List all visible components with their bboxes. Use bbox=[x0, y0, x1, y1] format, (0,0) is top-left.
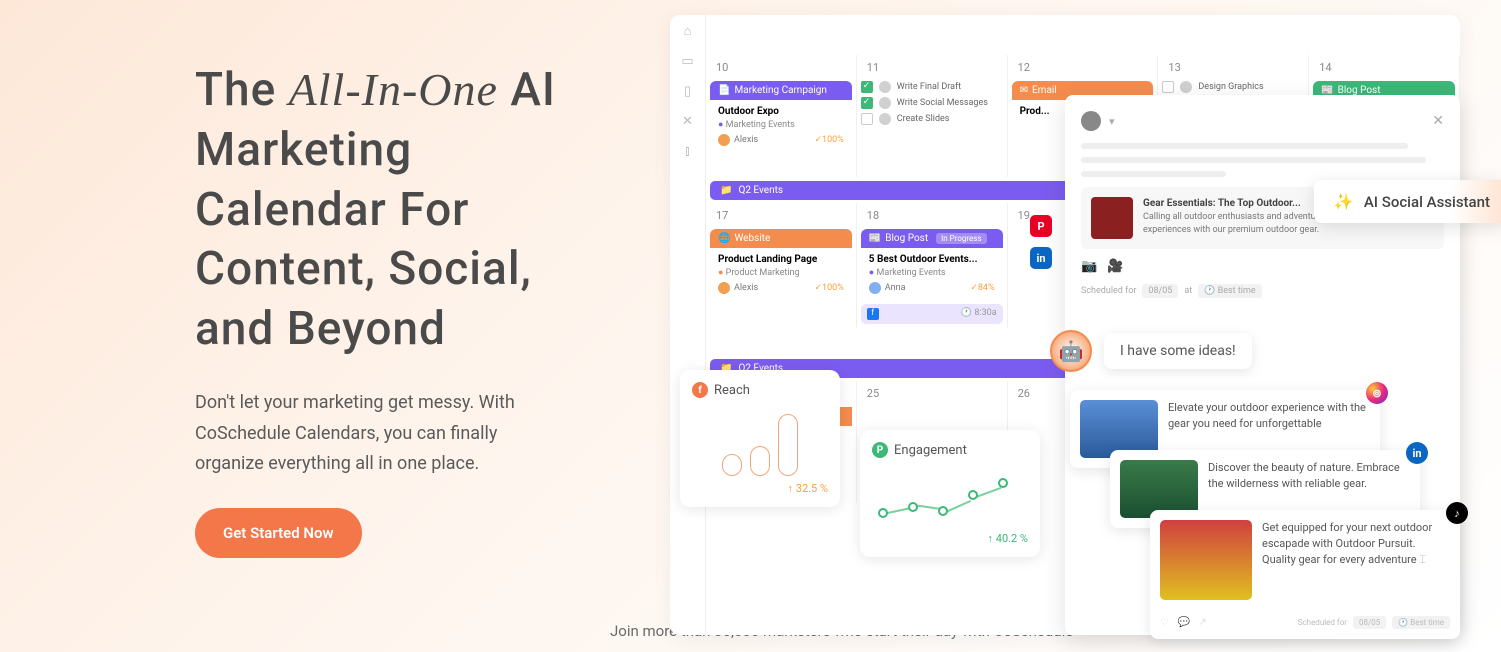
get-started-button[interactable]: Get Started Now bbox=[195, 508, 362, 558]
stat-label: Reach bbox=[714, 383, 750, 398]
owner: Alexis bbox=[734, 283, 758, 293]
reach-stat-card: f Reach ↑ 32.5 % bbox=[680, 370, 840, 507]
card-website-header[interactable]: 🌐 Website bbox=[710, 229, 852, 248]
ai-bot: 🤖 I have some ideas! bbox=[1050, 330, 1252, 372]
schedule-row: Scheduled for 08/05 at 🕐 Best time bbox=[1081, 284, 1444, 298]
avatar-icon bbox=[718, 134, 730, 146]
hero-title: The All-In-One AI Marketing Calendar For… bbox=[195, 60, 600, 360]
camera-icon[interactable]: 📷 bbox=[1081, 259, 1097, 274]
social-slot[interactable]: f 🕐 8:30a bbox=[861, 304, 1003, 324]
stat-label: Engagement bbox=[894, 443, 967, 458]
time-pill[interactable]: 🕐 Best time bbox=[1392, 616, 1450, 629]
avatar-icon bbox=[879, 81, 891, 93]
calendar-icon[interactable]: ▭ bbox=[680, 53, 696, 69]
card-marketing-campaign[interactable]: Outdoor Expo ● Marketing Events Alexis✓1… bbox=[710, 100, 852, 152]
close-icon[interactable]: ✕ bbox=[1432, 113, 1444, 129]
facebook-icon: f bbox=[692, 382, 708, 398]
card-title: Prod... bbox=[1020, 106, 1050, 117]
stats-icon[interactable]: ⫾ bbox=[680, 143, 696, 159]
status-badge: In Progress bbox=[936, 233, 986, 244]
engagement-line bbox=[872, 466, 1028, 526]
shuffle-icon[interactable]: ✕ bbox=[680, 113, 696, 129]
linkedin-icon: in bbox=[1030, 247, 1052, 269]
task-item[interactable]: Write Final Draft bbox=[861, 81, 1003, 93]
checkbox-icon[interactable] bbox=[861, 113, 873, 125]
chevron-down-icon[interactable]: ▾ bbox=[1109, 115, 1115, 128]
task-item[interactable]: Design Graphics bbox=[1162, 81, 1304, 93]
date-pill[interactable]: 08/05 bbox=[1142, 284, 1178, 298]
bot-bubble: I have some ideas! bbox=[1104, 333, 1252, 369]
card-title: 5 Best Outdoor Events... bbox=[869, 254, 978, 265]
checkbox-icon[interactable] bbox=[1162, 81, 1174, 93]
suggestion-card[interactable]: Get equipped for your next outdoor escap… bbox=[1150, 510, 1460, 639]
tiktok-icon: ♪ bbox=[1446, 502, 1468, 524]
text-cursor-icon: ⌶ bbox=[1419, 553, 1426, 566]
card-marketing-campaign-header[interactable]: 📄 Marketing Campaign bbox=[710, 81, 852, 100]
facebook-icon: f bbox=[867, 308, 879, 320]
progress-pct: ✓100% bbox=[814, 135, 843, 145]
card-title: Product Landing Page bbox=[718, 254, 817, 265]
instagram-icon: ⊚ bbox=[1366, 382, 1388, 404]
title-emphasis: All-In-One bbox=[289, 64, 498, 115]
sidebar-rail: ⌂ ▭ ▯ ✕ ⫾ bbox=[670, 15, 706, 635]
checkbox-icon[interactable] bbox=[861, 97, 873, 109]
reach-delta: ↑ 32.5 % bbox=[692, 482, 828, 495]
home-icon[interactable]: ⌂ bbox=[680, 23, 696, 39]
task-item[interactable]: Create Slides bbox=[861, 113, 1003, 125]
pinterest-icon: P bbox=[1030, 215, 1052, 237]
avatar-icon bbox=[879, 113, 891, 125]
task-item[interactable]: Write Social Messages bbox=[861, 97, 1003, 109]
book-icon[interactable]: ▯ bbox=[680, 83, 696, 99]
video-icon[interactable]: 🎥 bbox=[1107, 259, 1123, 274]
linkedin-icon: in bbox=[1406, 442, 1428, 464]
social-icon-stack: P in bbox=[1030, 215, 1052, 269]
suggestion-text: Get equipped for your next outdoor escap… bbox=[1262, 521, 1432, 566]
hero-subheading: Don't let your marketing get messy. With… bbox=[195, 388, 555, 480]
card-sub: Marketing Events bbox=[726, 120, 795, 130]
preview-title: Gear Essentials: The Top Outdoor... bbox=[1143, 198, 1301, 209]
owner: Alexis bbox=[734, 135, 758, 145]
progress-pct: ✓84% bbox=[970, 283, 994, 293]
bot-avatar-icon: 🤖 bbox=[1050, 330, 1092, 372]
pinterest-icon: P bbox=[872, 442, 888, 458]
card-sub: Product Marketing bbox=[726, 268, 800, 278]
preview-thumb bbox=[1091, 197, 1133, 239]
attachment-icons: 📷 🎥 bbox=[1081, 259, 1444, 274]
reach-bars bbox=[692, 406, 828, 476]
card-blogpost2[interactable]: 5 Best Outdoor Events... ● Marketing Eve… bbox=[861, 248, 1003, 300]
checkbox-icon[interactable] bbox=[861, 81, 873, 93]
sparkle-icon bbox=[1334, 192, 1354, 211]
thumb bbox=[1160, 520, 1252, 600]
avatar-icon bbox=[718, 282, 730, 294]
avatar-icon bbox=[1180, 81, 1192, 93]
title-pre: The bbox=[195, 63, 289, 117]
owner: Anna bbox=[885, 283, 906, 293]
card-title: Outdoor Expo bbox=[718, 106, 779, 117]
avatar-icon bbox=[1081, 111, 1101, 131]
progress-pct: ✓100% bbox=[814, 283, 843, 293]
card-blogpost2-header[interactable]: 📰 Blog PostIn Progress bbox=[861, 229, 1003, 248]
engagement-delta: ↑ 40.2 % bbox=[872, 532, 1028, 545]
card-sub: Marketing Events bbox=[876, 268, 945, 278]
avatar-icon bbox=[869, 282, 881, 294]
avatar-icon bbox=[879, 97, 891, 109]
ai-social-assistant-pill[interactable]: AI Social Assistant bbox=[1314, 180, 1501, 223]
card-website[interactable]: Product Landing Page ● Product Marketing… bbox=[710, 248, 852, 300]
time-pill[interactable]: 🕐 Best time bbox=[1198, 284, 1261, 298]
reaction-icons: ♡ 💬 ↗ bbox=[1160, 617, 1210, 628]
date-pill[interactable]: 08/05 bbox=[1353, 616, 1386, 629]
engagement-stat-card: P Engagement ↑ 40.2 % bbox=[860, 430, 1040, 557]
